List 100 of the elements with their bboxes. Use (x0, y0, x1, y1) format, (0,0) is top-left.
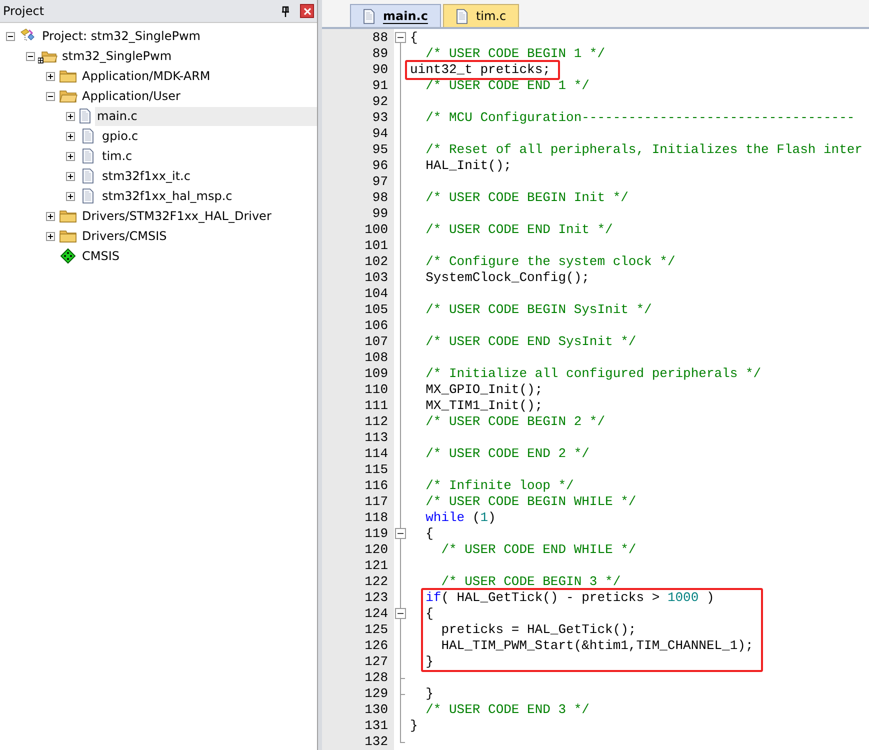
line-number: 96 (371, 158, 388, 174)
line-number: 128 (364, 670, 388, 686)
code-line: { (410, 30, 418, 45)
line-number: 124 (364, 606, 388, 622)
tree-item[interactable]: gpio.c (100, 126, 140, 146)
close-button[interactable] (300, 4, 314, 18)
tree-item[interactable]: Application/User (80, 86, 182, 106)
close-icon (304, 8, 310, 14)
line-number: 125 (364, 622, 388, 638)
line-number: 99 (371, 206, 388, 222)
tree-item[interactable]: stm32_SinglePwm (60, 46, 174, 66)
line-number: 131 (364, 718, 388, 734)
line-number: 126 (364, 638, 388, 654)
tree-item[interactable]: stm32f1xx_hal_msp.c (100, 186, 234, 206)
code-line: /* USER CODE END SysInit */ (424, 334, 636, 349)
line-number: 111 (364, 398, 388, 414)
line-number: 130 (364, 702, 388, 718)
line-number: 109 (364, 366, 388, 382)
pin-icon[interactable] (281, 6, 290, 16)
code-line: { (424, 526, 434, 541)
expand-icon[interactable] (66, 172, 75, 180)
collapse-icon[interactable] (6, 32, 15, 40)
tree-item[interactable]: stm32f1xx_it.c (100, 166, 192, 186)
line-number: 89 (371, 46, 388, 62)
code-line: { (426, 606, 434, 621)
line-number: 123 (364, 590, 388, 606)
line-number: 97 (371, 174, 388, 190)
line-number: 116 (364, 478, 388, 494)
line-number: 104 (364, 286, 388, 302)
line-number: 119 (364, 526, 388, 542)
folder-icon (58, 68, 78, 84)
code-line: /* USER CODE END WHILE */ (440, 542, 636, 557)
line-number: 115 (364, 462, 388, 478)
line-number: 101 (364, 238, 388, 254)
tree-item[interactable]: Project: stm32_SinglePwm (40, 26, 202, 46)
file-icon (456, 8, 468, 24)
line-number: 118 (364, 510, 388, 526)
line-number: 129 (364, 686, 388, 702)
code-line: } (426, 654, 434, 669)
code-line: /* USER CODE BEGIN Init */ (424, 190, 628, 205)
line-number: 88 (371, 30, 388, 46)
code-line: SystemClock_Config(); (424, 270, 590, 285)
code-line: /* USER CODE BEGIN 3 */ (440, 574, 621, 589)
code-line: preticks = HAL_GetTick(); (440, 622, 636, 637)
line-number: 114 (364, 446, 388, 462)
line-number: 132 (364, 734, 388, 750)
folder-icon (58, 88, 78, 104)
code-line: HAL_Init(); (424, 158, 512, 173)
tree-item[interactable]: CMSIS (80, 246, 122, 266)
line-number: 95 (371, 142, 388, 158)
line-number: 127 (364, 654, 388, 670)
expand-icon[interactable] (46, 232, 55, 240)
line-number: 92 (371, 94, 388, 110)
tree-item[interactable]: main.c (95, 106, 318, 126)
line-number: 112 (364, 414, 388, 430)
fold-icon[interactable] (395, 528, 406, 539)
line-number: 113 (364, 430, 388, 446)
code-line: } (424, 686, 434, 701)
line-number: 122 (364, 574, 388, 590)
collapse-icon[interactable] (26, 52, 35, 60)
line-number: 106 (364, 318, 388, 334)
code-line: /* USER CODE END 1 */ (424, 78, 590, 93)
tree-item[interactable]: Drivers/STM32F1xx_HAL_Driver (80, 206, 274, 226)
line-number: 117 (364, 494, 388, 510)
folder-icon (58, 228, 78, 244)
expand-icon[interactable] (66, 192, 75, 200)
line-number: 120 (364, 542, 388, 558)
line-number: 105 (364, 302, 388, 318)
code-line: /* USER CODE END 3 */ (424, 702, 590, 717)
code-line: /* MCU Configuration----------------------------------- (424, 110, 855, 125)
expand-icon[interactable] (46, 72, 55, 80)
code-line: /* USER CODE END Init */ (424, 222, 613, 237)
fold-icon[interactable] (395, 32, 406, 43)
code-line: /* Configure the system clock */ (424, 254, 676, 269)
code-line: if( HAL_GetTick() - preticks > 1000 ) (426, 590, 714, 605)
fold-icon[interactable] (395, 608, 406, 619)
line-number: 98 (371, 190, 388, 206)
code-line: MX_GPIO_Init(); (424, 382, 543, 397)
line-number: 93 (371, 110, 388, 126)
expand-icon[interactable] (66, 152, 75, 160)
tree-item[interactable]: Application/MDK-ARM (80, 66, 212, 86)
line-number: 103 (364, 270, 388, 286)
line-number: 94 (371, 126, 388, 142)
line-number: 108 (364, 350, 388, 366)
line-number: 91 (371, 78, 388, 94)
expand-icon[interactable] (66, 112, 75, 120)
tree-item[interactable]: tim.c (100, 146, 134, 166)
code-line: /* USER CODE BEGIN WHILE */ (424, 494, 636, 509)
tree-item[interactable]: Drivers/CMSIS (80, 226, 169, 246)
code-line: MX_TIM1_Init(); (424, 398, 543, 413)
expand-icon[interactable] (66, 132, 75, 140)
expand-icon[interactable] (46, 212, 55, 220)
line-number: 90 (371, 62, 388, 78)
folder-icon (58, 208, 78, 224)
code-line: /* USER CODE BEGIN 1 */ (424, 46, 606, 61)
file-tab[interactable]: main.c (350, 4, 441, 27)
code-line: /* USER CODE BEGIN 2 */ (424, 414, 606, 429)
line-number: 121 (364, 558, 388, 574)
file-tab[interactable]: tim.c (442, 4, 520, 27)
collapse-icon[interactable] (46, 92, 55, 100)
